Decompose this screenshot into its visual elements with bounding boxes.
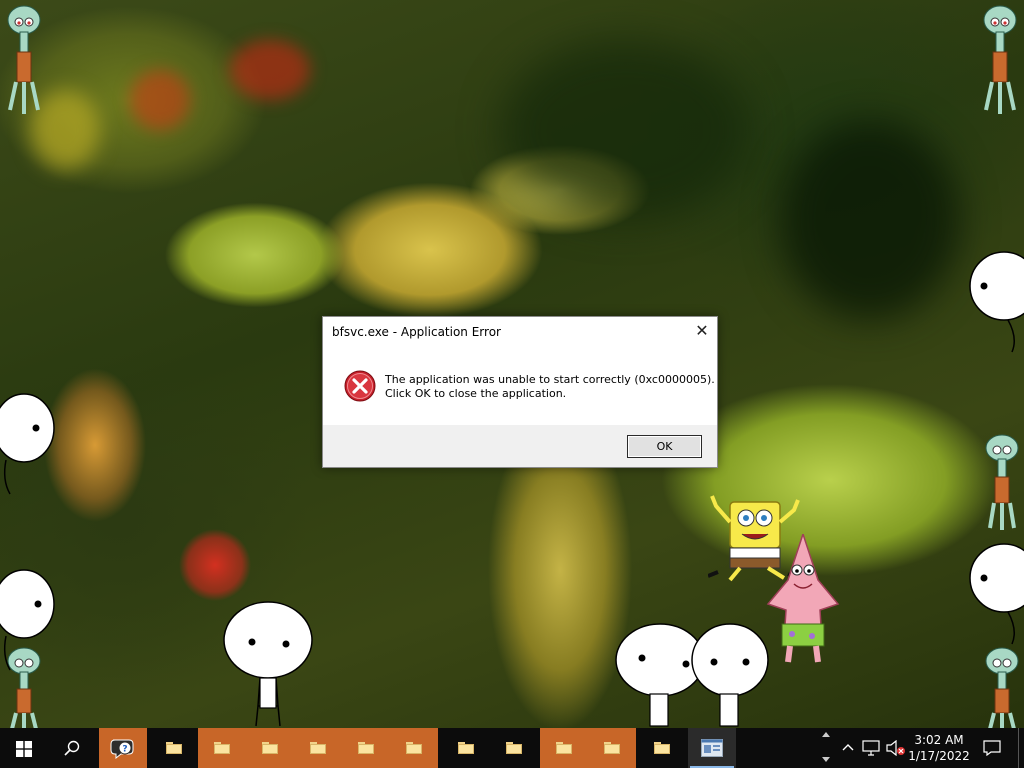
- windows-logo-icon: [16, 741, 32, 757]
- network-tray-button[interactable]: [860, 728, 882, 768]
- file-explorer-icon: [506, 742, 522, 754]
- file-explorer-icon: [406, 742, 422, 754]
- clock-date: 1/17/2022: [908, 749, 970, 763]
- taskbar-app-explorer[interactable]: [490, 728, 538, 768]
- desktop-wallpaper: bfsvc.exe - Application Error ✕ The appl…: [0, 0, 1024, 728]
- chevron-down-icon[interactable]: [822, 757, 830, 762]
- ghost-creature-sprite[interactable]: [222, 600, 314, 728]
- error-dialog: bfsvc.exe - Application Error ✕ The appl…: [322, 316, 718, 468]
- show-hidden-icons-chevron: [842, 744, 854, 751]
- file-explorer-icon: [310, 742, 326, 754]
- network-icon: [862, 740, 880, 756]
- start-button[interactable]: [0, 728, 48, 768]
- file-explorer-icon: [458, 742, 474, 754]
- taskbar-app-explorer[interactable]: [342, 728, 390, 768]
- ghost-creature-sprite[interactable]: [968, 536, 1024, 646]
- taskbar-app-explorer[interactable]: [442, 728, 490, 768]
- wallpaper-blob: [230, 40, 310, 100]
- file-explorer-icon: [556, 742, 572, 754]
- volume-tray-button[interactable]: [884, 728, 906, 768]
- chevron-up-icon[interactable]: [822, 732, 830, 737]
- volume-muted-icon: [886, 740, 905, 756]
- application-window-icon: [701, 739, 723, 757]
- taskbar-app-explorer[interactable]: [390, 728, 438, 768]
- taskbar-app-explorer[interactable]: [150, 728, 198, 768]
- ghost-creature-sprite[interactable]: [0, 562, 56, 672]
- dialog-message: The application was unable to start corr…: [385, 373, 715, 401]
- dialog-button-bar: OK: [323, 425, 717, 467]
- show-desktop-button[interactable]: [1018, 728, 1024, 768]
- help-chat-icon: ?: [110, 739, 134, 759]
- squidward-sprite[interactable]: [980, 432, 1024, 532]
- taskbar-app-explorer[interactable]: [638, 728, 686, 768]
- file-explorer-icon: [262, 742, 278, 754]
- show-hidden-icons-button[interactable]: [840, 728, 856, 768]
- ghost-creature-sprite[interactable]: [968, 244, 1024, 354]
- error-icon: [344, 370, 376, 402]
- search-button[interactable]: [48, 728, 96, 768]
- ok-button[interactable]: OK: [627, 435, 702, 458]
- taskbar-app-help[interactable]: ?: [99, 728, 147, 768]
- squidward-sprite[interactable]: [980, 645, 1024, 728]
- ghost-creature-sprite[interactable]: [0, 388, 56, 498]
- taskbar-app-explorer[interactable]: [246, 728, 294, 768]
- clock[interactable]: 3:02 AM 1/17/2022: [908, 728, 970, 768]
- file-explorer-icon: [358, 742, 374, 754]
- search-icon: [64, 740, 80, 756]
- notification-icon: [983, 740, 1001, 756]
- close-icon[interactable]: ✕: [687, 317, 717, 345]
- message-line: Click OK to close the application.: [385, 387, 567, 400]
- wallpaper-blob: [130, 70, 190, 130]
- file-explorer-icon: [654, 742, 670, 754]
- taskbar-app-explorer[interactable]: [198, 728, 246, 768]
- notification-center-button[interactable]: [976, 728, 1008, 768]
- file-explorer-icon: [214, 742, 230, 754]
- wallpaper-blob: [780, 120, 960, 320]
- file-explorer-icon: [604, 742, 620, 754]
- squidward-sprite[interactable]: [978, 2, 1022, 122]
- taskbar-app-explorer[interactable]: [588, 728, 636, 768]
- file-explorer-icon: [166, 742, 182, 754]
- clock-time: 3:02 AM: [914, 733, 964, 747]
- dialog-title: bfsvc.exe - Application Error: [332, 325, 501, 339]
- taskbar-app-window[interactable]: [688, 728, 736, 768]
- ghost-creature-sprite[interactable]: [690, 620, 774, 728]
- taskbar-overflow-scroller[interactable]: [818, 728, 834, 768]
- taskbar: ? 3:02 AM 1/17/2022: [0, 728, 1024, 768]
- svg-text:?: ?: [122, 745, 127, 755]
- taskbar-app-explorer[interactable]: [540, 728, 588, 768]
- taskbar-app-explorer[interactable]: [294, 728, 342, 768]
- message-line: The application was unable to start corr…: [385, 373, 715, 386]
- patrick-sprite[interactable]: [766, 534, 840, 664]
- wallpaper-blob: [500, 40, 750, 220]
- squidward-sprite[interactable]: [2, 2, 46, 122]
